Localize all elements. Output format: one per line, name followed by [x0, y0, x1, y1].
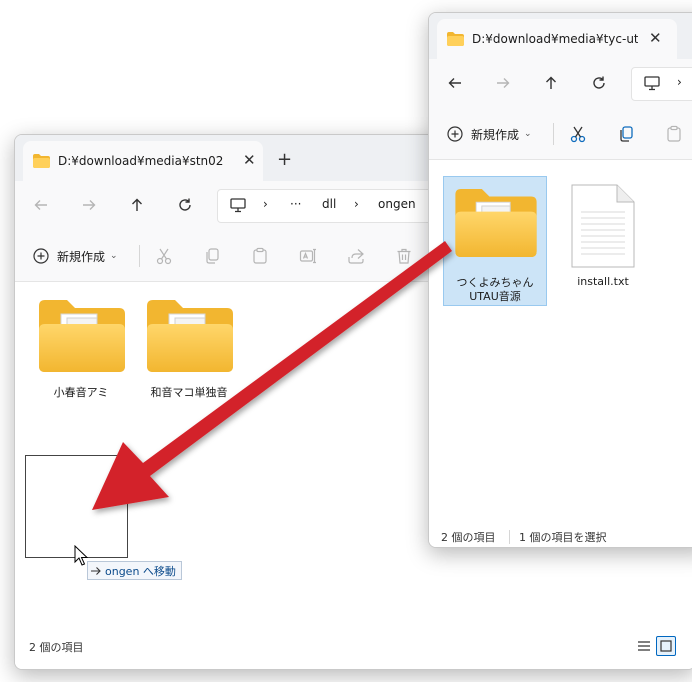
- annotation-arrow: [92, 241, 452, 510]
